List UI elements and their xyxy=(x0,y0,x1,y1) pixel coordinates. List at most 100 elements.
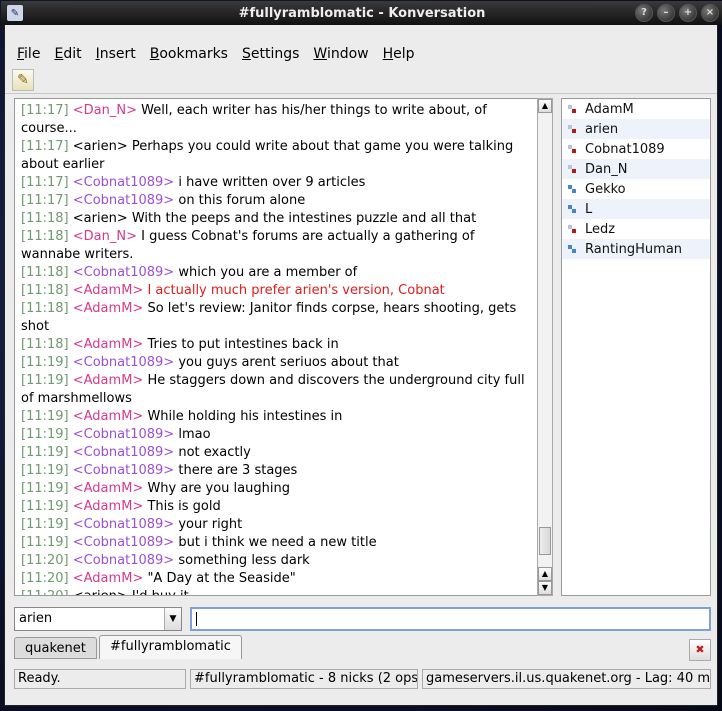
nick-item[interactable]: arien xyxy=(562,119,710,139)
maximize-icon[interactable]: + xyxy=(679,4,697,22)
chat-message: Why are you laughing xyxy=(147,481,290,496)
timestamp: [11:19] xyxy=(21,445,69,460)
chat-nick[interactable]: <Cobnat1089> xyxy=(73,463,174,478)
minimize-icon[interactable]: – xyxy=(657,4,675,22)
chat-nick[interactable]: <AdamM> xyxy=(73,409,144,424)
status-channel: #fullyramblomatic - 8 nicks (2 ops) xyxy=(190,669,418,689)
chat-message: I actually much prefer arien's version, … xyxy=(147,283,445,298)
timestamp: [11:18] xyxy=(21,283,69,298)
chat-line: [11:18] <AdamM> So let's review: Janitor… xyxy=(21,300,529,336)
chat-nick[interactable]: <AdamM> xyxy=(73,283,144,298)
menu-help[interactable]: Help xyxy=(383,46,415,62)
chat-message: While holding his intestines in xyxy=(147,409,343,424)
status-server: gameservers.il.us.quakenet.org - Lag: 40… xyxy=(422,669,711,689)
chat-nick[interactable]: <AdamM> xyxy=(73,481,144,496)
nick-label: RantingHuman xyxy=(585,241,683,257)
timestamp: [11:20] xyxy=(21,553,69,568)
chat-nick[interactable]: <Cobnat1089> xyxy=(73,517,174,532)
close-tab-icon[interactable]: ✖ xyxy=(689,639,711,661)
chat-message: This is gold xyxy=(147,499,221,514)
nick-item[interactable]: Dan_N xyxy=(562,159,710,179)
edit-topic-icon[interactable]: ✎ xyxy=(12,69,34,91)
chat-line: [11:17] <arien> Perhaps you could write … xyxy=(21,138,529,174)
chat-nick[interactable]: <AdamM> xyxy=(73,373,144,388)
chat-nick[interactable]: <Cobnat1089> xyxy=(73,193,174,208)
nick-item[interactable]: AdamM xyxy=(562,99,710,119)
chat-nick[interactable]: <Dan_N> xyxy=(73,103,137,118)
voice-status-icon xyxy=(568,245,576,253)
chat-nick[interactable]: <arien> xyxy=(73,139,128,154)
tab-fullyramblomatic[interactable]: #fullyramblomatic xyxy=(99,635,242,659)
chat-nick[interactable]: <Cobnat1089> xyxy=(73,175,174,190)
scroll-thumb[interactable] xyxy=(539,527,551,555)
chat-nick[interactable]: <Dan_N> xyxy=(73,229,137,244)
op-status-icon xyxy=(568,105,576,113)
chat-line: [11:17] <Dan_N> Well, each writer has hi… xyxy=(21,102,529,138)
chat-line: [11:19] <AdamM> Why are you laughing xyxy=(21,480,529,498)
chat-line: [11:18] <Cobnat1089> which you are a mem… xyxy=(21,264,529,282)
timestamp: [11:19] xyxy=(21,409,69,424)
nick-item[interactable]: L xyxy=(562,199,710,219)
input-row: arien ▼ xyxy=(14,607,711,631)
chat-line: [11:19] <Cobnat1089> you guys arent seri… xyxy=(21,354,529,372)
chat-nick[interactable]: <arien> xyxy=(73,589,128,595)
title-bar[interactable]: ✎ #fullyramblomatic - Konversation ? – +… xyxy=(1,1,722,25)
chat-nick[interactable]: <Cobnat1089> xyxy=(73,355,174,370)
chat-nick[interactable]: <arien> xyxy=(73,211,128,226)
menu-bookmarks[interactable]: Bookmarks xyxy=(150,46,228,62)
chat-nick[interactable]: <Cobnat1089> xyxy=(73,553,174,568)
chat-nick[interactable]: <AdamM> xyxy=(73,337,144,352)
menu-edit[interactable]: Edit xyxy=(54,46,81,62)
scroll-up-lower-icon[interactable]: ▲ xyxy=(538,567,552,581)
menu-file[interactable]: File xyxy=(17,46,40,62)
nick-list[interactable]: AdamM arien Cobnat1089 Dan_N Gekko L Ledz Ranti… xyxy=(561,98,711,596)
chat-message: your right xyxy=(178,517,243,532)
chat-nick[interactable]: <AdamM> xyxy=(73,571,144,586)
nick-item[interactable]: Ledz xyxy=(562,219,710,239)
app-icon[interactable]: ✎ xyxy=(7,5,23,21)
chat-line: [11:18] <Dan_N> I guess Cobnat's forums … xyxy=(21,228,529,264)
menu-settings[interactable]: Settings xyxy=(242,46,299,62)
timestamp: [11:20] xyxy=(21,589,69,595)
chat-message: lmao xyxy=(178,427,211,442)
chat-line: [11:20] <arien> I'd buy it xyxy=(21,588,529,595)
chevron-down-icon[interactable]: ▼ xyxy=(164,608,181,630)
nick-item[interactable]: RantingHuman xyxy=(562,239,710,259)
nick-item[interactable]: Gekko xyxy=(562,179,710,199)
message-input[interactable] xyxy=(190,607,711,631)
chat-line: [11:19] <AdamM> This is gold xyxy=(21,498,529,516)
window-title: #fullyramblomatic - Konversation xyxy=(238,5,486,21)
chat-message: "A Day at the Seaside" xyxy=(147,571,296,586)
chat-scrollbar[interactable]: ▲ ▲ ▼ xyxy=(537,98,553,596)
chat-message: you guys arent seriuos about that xyxy=(178,355,399,370)
chat-nick[interactable]: <AdamM> xyxy=(73,301,144,316)
help-icon[interactable]: ? xyxy=(635,4,653,22)
close-icon[interactable]: × xyxy=(701,4,719,22)
main-window: ✎ #fullyramblomatic - Konversation ? – +… xyxy=(1,1,722,706)
voice-status-icon xyxy=(568,205,576,213)
nick-item[interactable]: Cobnat1089 xyxy=(562,139,710,159)
chat-line: [11:18] <AdamM> Tries to put intestines … xyxy=(21,336,529,354)
timestamp: [11:20] xyxy=(21,571,69,586)
chat-nick[interactable]: <Cobnat1089> xyxy=(73,445,174,460)
timestamp: [11:19] xyxy=(21,427,69,442)
timestamp: [11:18] xyxy=(21,229,69,244)
chat-nick[interactable]: <Cobnat1089> xyxy=(73,265,174,280)
chat-nick[interactable]: <Cobnat1089> xyxy=(73,535,174,550)
chat-message: not exactly xyxy=(178,445,251,460)
chat-line: [11:20] <AdamM> "A Day at the Seaside" xyxy=(21,570,529,588)
nick-label: Ledz xyxy=(585,221,616,237)
scroll-down-icon[interactable]: ▼ xyxy=(538,581,552,595)
tab-quakenet[interactable]: quakenet xyxy=(14,637,97,659)
chat-nick[interactable]: <AdamM> xyxy=(73,499,144,514)
chat-message: i have written over 9 articles xyxy=(178,175,366,190)
nick-selector[interactable]: arien ▼ xyxy=(14,607,182,631)
scroll-up-icon[interactable]: ▲ xyxy=(538,99,552,113)
menu-insert[interactable]: Insert xyxy=(96,46,136,62)
timestamp: [11:19] xyxy=(21,481,69,496)
timestamp: [11:19] xyxy=(21,463,69,478)
chat-message: With the peeps and the intestines puzzle… xyxy=(131,211,477,226)
chat-view[interactable]: [11:17] <Dan_N> Well, each writer has hi… xyxy=(14,98,544,596)
chat-nick[interactable]: <Cobnat1089> xyxy=(73,427,174,442)
menu-window[interactable]: Window xyxy=(313,46,368,62)
